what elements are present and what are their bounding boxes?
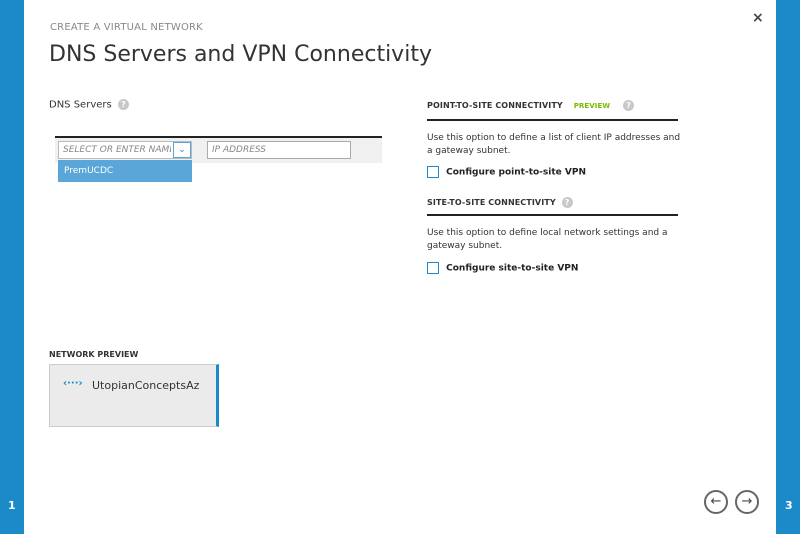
wizard-eyebrow: CREATE A VIRTUAL NETWORK	[50, 22, 203, 33]
help-icon[interactable]: ?	[117, 99, 129, 110]
point-to-site-heading: POINT-TO-SITE CONNECTIVITY	[427, 101, 563, 110]
help-icon[interactable]: ?	[623, 100, 635, 111]
right-step-bar: 3	[776, 0, 800, 534]
point-to-site-description: Use this option to define a list of clie…	[427, 133, 681, 156]
site-to-site-heading: SITE-TO-SITE CONNECTIVITY	[427, 198, 556, 207]
chevron-down-icon[interactable]: ⌄	[173, 142, 191, 158]
point-to-site-heading-row: POINT-TO-SITE CONNECTIVITY PREVIEW ?	[427, 100, 635, 111]
section-divider	[427, 119, 678, 121]
point-to-site-checkbox-row[interactable]: Configure point-to-site VPN	[427, 166, 586, 178]
point-to-site-checkbox[interactable]	[427, 166, 439, 178]
site-to-site-checkbox-row[interactable]: Configure site-to-site VPN	[427, 262, 578, 274]
left-step-bar: 1	[0, 0, 24, 534]
site-to-site-heading-row: SITE-TO-SITE CONNECTIVITY ?	[427, 197, 573, 208]
section-divider	[427, 214, 678, 216]
network-name: UtopianConceptsAz	[92, 379, 200, 392]
site-to-site-checkbox-label[interactable]: Configure site-to-site VPN	[446, 264, 578, 274]
virtual-network-icon: ‹···›	[63, 378, 83, 389]
previous-step-number[interactable]: 1	[8, 499, 16, 512]
dns-name-placeholder: SELECT OR ENTER NAME	[63, 145, 171, 155]
dns-server-row: SELECT OR ENTER NAME ⌄	[55, 136, 382, 163]
help-icon[interactable]: ?	[561, 197, 573, 208]
network-preview-label: NETWORK PREVIEW	[49, 350, 139, 359]
arrow-right-icon: →	[741, 494, 753, 509]
arrow-left-icon: ←	[710, 494, 722, 509]
site-to-site-checkbox[interactable]	[427, 262, 439, 274]
dns-servers-label: DNS Servers	[49, 99, 112, 111]
network-preview-card: ‹···› UtopianConceptsAz	[49, 364, 219, 427]
close-button[interactable]: ×	[752, 10, 764, 26]
preview-badge: PREVIEW	[573, 102, 611, 110]
dns-dropdown-option[interactable]: PremUCDC	[58, 160, 192, 182]
back-button[interactable]: ←	[704, 490, 728, 514]
ip-address-input[interactable]	[207, 141, 351, 159]
dns-name-combobox[interactable]: SELECT OR ENTER NAME ⌄	[58, 141, 192, 159]
page-title: DNS Servers and VPN Connectivity	[49, 42, 432, 67]
point-to-site-checkbox-label[interactable]: Configure point-to-site VPN	[446, 168, 586, 178]
site-to-site-description: Use this option to define local network …	[427, 228, 668, 251]
dns-servers-label-row: DNS Servers ?	[49, 99, 129, 111]
next-step-number[interactable]: 3	[785, 499, 793, 512]
next-button[interactable]: →	[735, 490, 759, 514]
